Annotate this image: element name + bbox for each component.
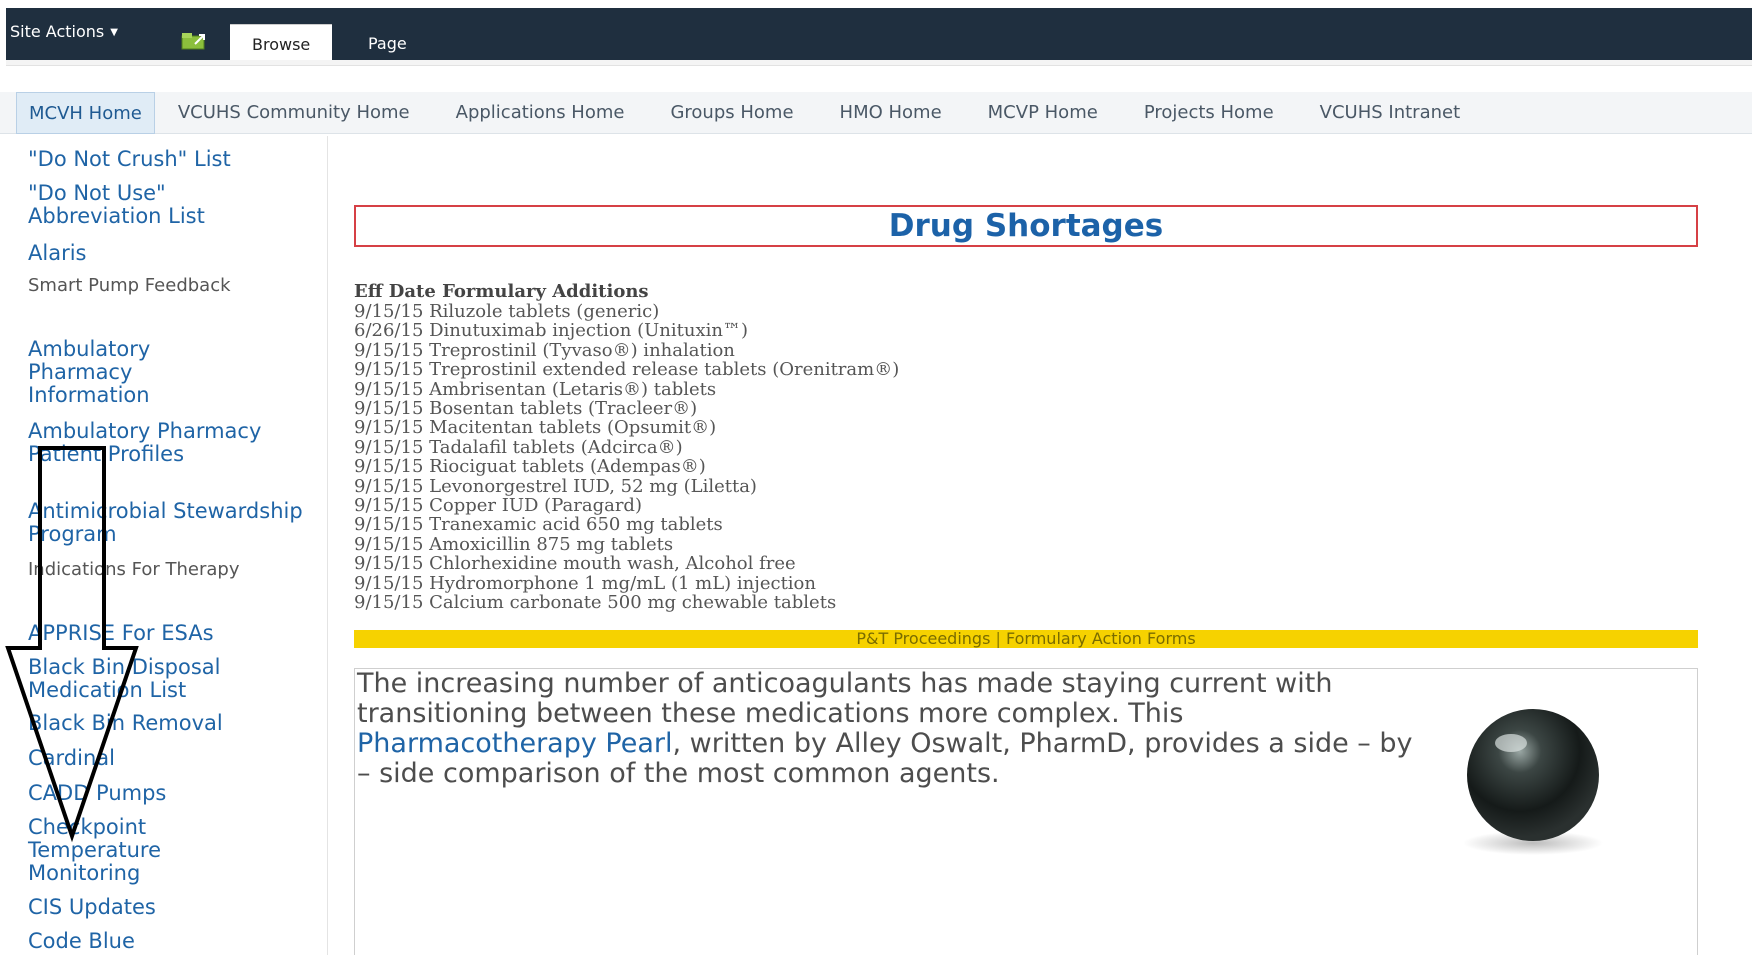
link-separator: | xyxy=(995,629,1001,648)
topnav-mcvp-home[interactable]: MCVP Home xyxy=(965,92,1121,134)
leftnav-do-not-use[interactable]: "Do Not Use" Abbreviation List xyxy=(28,182,268,228)
list-item: 9/15/15 Calcium carbonate 500 mg chewabl… xyxy=(354,592,837,614)
list-item: 9/15/15 Treprostinil extended release ta… xyxy=(354,359,900,381)
pearl-text-before: The increasing number of anticoagulants … xyxy=(357,668,1333,729)
list-item: 9/15/15 Hydromorphone 1 mg/mL (1 mL) inj… xyxy=(354,572,816,594)
leftnav-alaris[interactable]: Alaris xyxy=(28,242,86,265)
down-arrow-overlay-icon xyxy=(5,446,139,843)
list-item: 6/26/15 Dinutuximab injection (Unituxin™… xyxy=(354,320,748,342)
topnav-applications-home[interactable]: Applications Home xyxy=(433,92,648,134)
site-actions-label: Site Actions xyxy=(10,22,105,41)
formulary-action-forms-link[interactable]: Formulary Action Forms xyxy=(1006,629,1196,648)
pearl-description: The increasing number of anticoagulants … xyxy=(357,669,1417,789)
list-item: 9/15/15 Levonorgestrel IUD, 52 mg (Lilet… xyxy=(354,475,757,497)
list-item: 9/15/15 Riluzole tablets (generic) xyxy=(354,301,660,322)
chevron-down-icon: ▼ xyxy=(110,27,118,38)
left-navigation: "Do Not Crush" List "Do Not Use" Abbrevi… xyxy=(0,136,328,955)
formulary-additions-header: Eff Date Formulary Additions xyxy=(354,281,649,302)
list-item: 9/15/15 Chlorhexidine mouth wash, Alcoho… xyxy=(354,553,796,575)
pharmacotherapy-pearl-link[interactable]: Pharmacotherapy Pearl xyxy=(357,728,673,759)
list-item: 9/15/15 Tadalafil tablets (Adcirca®) xyxy=(354,436,683,458)
leftnav-smart-pump-feedback[interactable]: Smart Pump Feedback xyxy=(28,274,231,297)
navigate-up-icon[interactable] xyxy=(180,30,210,50)
list-item: 9/15/15 Amoxicillin 875 mg tablets xyxy=(354,533,674,555)
action-links-bar: P&T Proceedings | Formulary Action Forms xyxy=(354,630,1698,648)
topnav-vcuhs-intranet[interactable]: VCUHS Intranet xyxy=(1297,92,1483,134)
list-item: 9/15/15 Treprostinil (Tyvaso®) inhalatio… xyxy=(354,339,735,361)
pharmacotherapy-pearl-panel: The increasing number of anticoagulants … xyxy=(354,668,1698,955)
list-item: 9/15/15 Copper IUD (Paragard) xyxy=(354,495,642,517)
topnav-vcuhs-community-home[interactable]: VCUHS Community Home xyxy=(155,92,433,134)
top-navigation: MCVH Home VCUHS Community Home Applicati… xyxy=(0,91,1752,134)
leftnav-code-blue[interactable]: Code Blue xyxy=(28,930,135,953)
pt-proceedings-link[interactable]: P&T Proceedings xyxy=(856,629,990,648)
topnav-mcvh-home[interactable]: MCVH Home xyxy=(16,91,155,134)
leftnav-do-not-crush[interactable]: "Do Not Crush" List xyxy=(28,148,231,171)
formulary-additions: Eff Date Formulary Additions 9/15/15 Ril… xyxy=(354,282,1254,613)
leftnav-cis-updates[interactable]: CIS Updates xyxy=(28,896,156,919)
list-item: 9/15/15 Ambrisentan (Letaris®) tablets xyxy=(354,378,717,400)
topnav-hmo-home[interactable]: HMO Home xyxy=(817,92,965,134)
ribbon: Site Actions ▼ Browse Page xyxy=(0,0,1752,66)
list-item: 9/15/15 Bosentan tablets (Tracleer®) xyxy=(354,398,698,420)
ribbon-edge xyxy=(6,60,1752,66)
black-pearl-image xyxy=(1463,709,1603,855)
site-actions-menu[interactable]: Site Actions ▼ xyxy=(10,22,118,41)
list-item: 9/15/15 Tranexamic acid 650 mg tablets xyxy=(354,514,723,536)
list-item: 9/15/15 Macitentan tablets (Opsumit®) xyxy=(354,417,717,439)
tab-browse[interactable]: Browse xyxy=(230,24,333,60)
topnav-groups-home[interactable]: Groups Home xyxy=(647,92,816,134)
drug-shortages-banner[interactable]: Drug Shortages xyxy=(354,205,1698,247)
list-item: 9/15/15 Riociguat tablets (Adempas®) xyxy=(354,456,706,478)
topnav-projects-home[interactable]: Projects Home xyxy=(1121,92,1297,134)
leftnav-ambulatory-pharmacy-info[interactable]: Ambulatory Pharmacy Information xyxy=(28,338,228,407)
tab-page[interactable]: Page xyxy=(346,24,429,60)
page-title: Drug Shortages xyxy=(888,208,1164,244)
